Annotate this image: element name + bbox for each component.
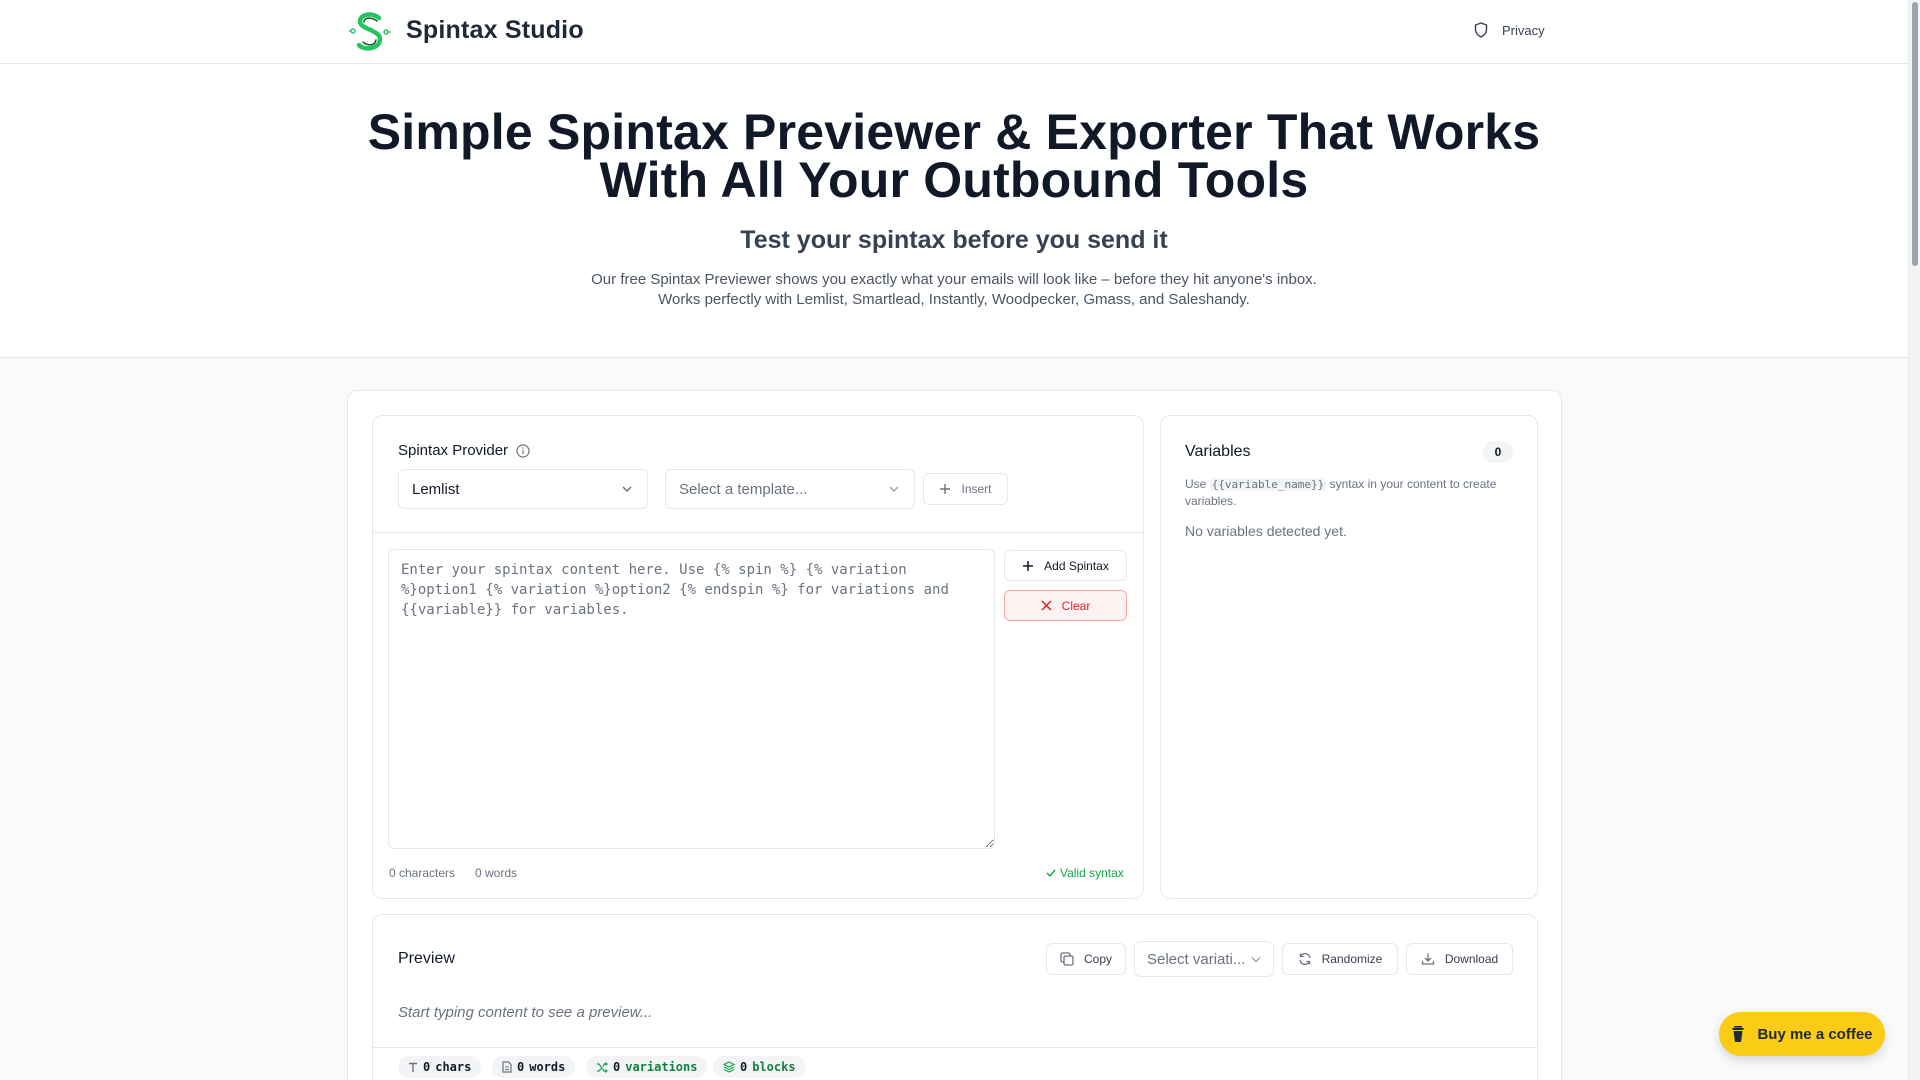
- shuffle-icon: [597, 1061, 608, 1073]
- provider-label: Spintax Provider: [398, 442, 509, 459]
- shield-icon: [1474, 22, 1488, 38]
- add-spintax-label: Add Spintax: [1044, 558, 1109, 573]
- character-count: 0 characters: [389, 866, 456, 880]
- copy-button[interactable]: Copy: [1046, 943, 1126, 975]
- variables-hint-code: {{variable_name}}: [1209, 478, 1327, 491]
- coffee-label: Buy me a coffee: [1757, 1025, 1873, 1043]
- chevron-down-icon: [889, 486, 899, 493]
- randomize-label: Randomize: [1321, 952, 1383, 966]
- download-label: Download: [1444, 952, 1499, 966]
- text-icon: [409, 1062, 417, 1072]
- page-title: Simple Spintax Previewer & Exporter That…: [0, 104, 1908, 208]
- page-title-line1: Simple Spintax Previewer & Exporter That…: [367, 104, 1541, 160]
- stat-chars-chip: 0 chars: [398, 1056, 482, 1078]
- chevron-down-icon: [1251, 956, 1261, 962]
- variables-count-badge: 0: [1483, 441, 1513, 463]
- stat-words-chip: 0 words: [492, 1056, 576, 1078]
- stat-words-label: words: [529, 1060, 566, 1074]
- variation-select-placeholder: Select variati...: [1147, 950, 1246, 968]
- stat-chars-label: chars: [435, 1060, 472, 1074]
- editor-divider: [373, 532, 1143, 533]
- document-icon: [502, 1061, 512, 1073]
- stat-blocks-label: blocks: [752, 1060, 796, 1074]
- refresh-icon: [1298, 953, 1311, 965]
- preview-title: Preview: [398, 950, 455, 967]
- preview-empty-state: Start typing content to see a preview...: [398, 1004, 653, 1021]
- brand-name[interactable]: Spintax Studio: [406, 16, 584, 45]
- stat-variations-number: 0: [613, 1060, 621, 1074]
- add-spintax-button[interactable]: Add Spintax: [1004, 550, 1127, 581]
- stat-variations-chip: 0 variations: [586, 1056, 708, 1078]
- plus-icon: [940, 484, 951, 494]
- page-description: Our free Spintax Previewer shows you exa…: [591, 271, 1317, 308]
- privacy-label: Privacy: [1502, 22, 1545, 38]
- provider-label-row: Spintax Provider: [398, 442, 530, 459]
- close-icon: [1041, 600, 1052, 611]
- variables-title: Variables: [1185, 443, 1251, 460]
- chevron-down-icon: [622, 486, 632, 493]
- info-icon[interactable]: [516, 443, 530, 458]
- word-count: 0 words: [475, 866, 518, 880]
- preview-divider: [373, 1047, 1537, 1048]
- stat-words-number: 0: [517, 1060, 525, 1074]
- page-title-line2: With All Your Outbound Tools: [599, 152, 1309, 208]
- syntax-status: Valid syntax: [1046, 866, 1124, 880]
- copy-icon: [1060, 952, 1074, 966]
- download-button[interactable]: Download: [1406, 943, 1513, 975]
- download-icon: [1421, 953, 1434, 965]
- plus-icon: [1023, 560, 1034, 571]
- template-select-placeholder: Select a template...: [679, 480, 808, 498]
- copy-label: Copy: [1083, 952, 1112, 966]
- insert-button[interactable]: Insert: [923, 473, 1008, 505]
- layers-icon: [723, 1061, 735, 1073]
- randomize-button[interactable]: Randomize: [1282, 943, 1398, 975]
- buy-me-a-coffee-button[interactable]: Buy me a coffee: [1719, 1012, 1885, 1056]
- provider-select-value: Lemlist: [412, 480, 460, 498]
- spintax-input[interactable]: [388, 549, 995, 849]
- provider-select[interactable]: Lemlist: [398, 469, 648, 509]
- page-subtitle: Test your spintax before you send it: [740, 226, 1168, 254]
- variables-empty-state: No variables detected yet.: [1185, 523, 1347, 539]
- variables-hint-prefix: Use: [1185, 477, 1207, 491]
- clear-label: Clear: [1061, 598, 1091, 613]
- stat-blocks-number: 0: [740, 1060, 748, 1074]
- check-icon: [1046, 869, 1056, 878]
- coffee-cup-icon: [1732, 1025, 1745, 1042]
- scrollbar-thumb[interactable]: [1912, 2, 1918, 266]
- syntax-status-label: Valid syntax: [1060, 866, 1124, 880]
- variables-hint: Use {{variable_name}} syntax in your con…: [1185, 476, 1520, 510]
- template-select[interactable]: Select a template...: [665, 469, 915, 509]
- insert-label: Insert: [961, 482, 992, 496]
- variation-select[interactable]: Select variati...: [1134, 941, 1274, 977]
- top-navbar: Spintax Studio Privacy: [0, 0, 1908, 64]
- clear-button[interactable]: Clear: [1004, 590, 1127, 621]
- stat-blocks-chip: 0 blocks: [713, 1056, 806, 1078]
- stat-chars-number: 0: [423, 1060, 431, 1074]
- stat-variations-label: variations: [625, 1060, 698, 1074]
- spintax-logo-icon[interactable]: [346, 8, 394, 56]
- privacy-link[interactable]: Privacy: [1474, 22, 1545, 38]
